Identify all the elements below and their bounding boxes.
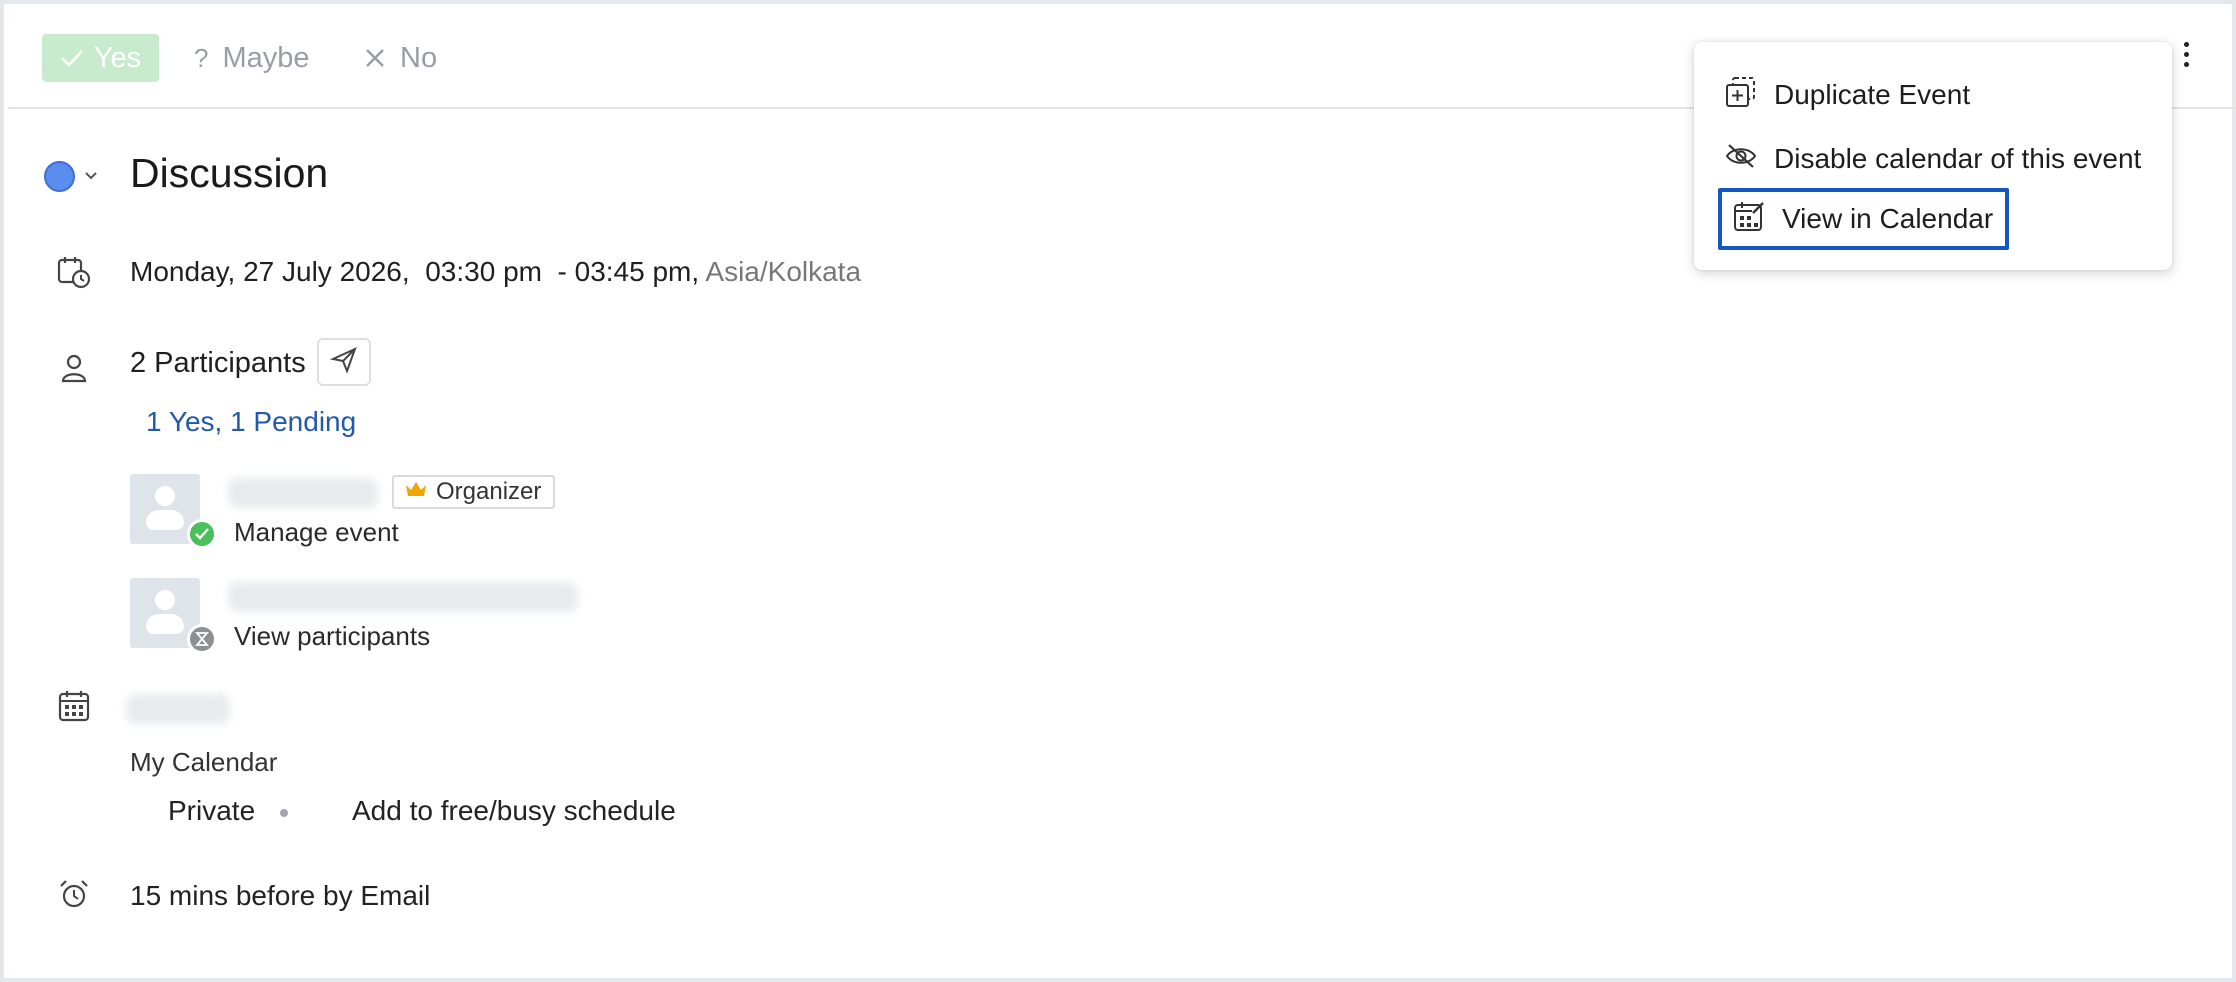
separator-dot bbox=[280, 809, 288, 817]
organizer-label: Organizer bbox=[436, 478, 542, 505]
visibility-value: Private bbox=[168, 795, 256, 826]
menu-item-disable-calendar[interactable]: Disable calendar of this event bbox=[1714, 130, 2153, 188]
event-actions-menu: Duplicate Event Disable calendar of this… bbox=[1694, 42, 2172, 270]
rsvp-no-label: No bbox=[400, 41, 438, 74]
rsvp-no-button[interactable]: No bbox=[364, 34, 437, 82]
person-icon bbox=[56, 350, 92, 386]
rsvp-yes-button[interactable]: Yes bbox=[42, 34, 159, 82]
eye-off-icon bbox=[1724, 139, 1758, 180]
send-icon bbox=[329, 346, 358, 379]
menu-item-duplicate-event[interactable]: Duplicate Event bbox=[1714, 66, 1982, 124]
menu-item-label: Disable calendar of this event bbox=[1774, 143, 2142, 174]
rsvp-maybe-button[interactable]: ? Maybe bbox=[194, 34, 310, 82]
view-participants-link[interactable]: View participants bbox=[234, 621, 430, 652]
calendar-name: My Calendar bbox=[130, 747, 278, 777]
menu-item-label: View in Calendar bbox=[1782, 203, 1994, 234]
event-datetime: Monday, 27 July 2026, 03:30 pm - 03:45 p… bbox=[130, 256, 861, 288]
event-title: Discussion bbox=[130, 150, 329, 196]
more-options-icon[interactable] bbox=[2182, 42, 2190, 70]
duplicate-icon bbox=[1724, 75, 1758, 116]
rsvp-yes-label: Yes bbox=[93, 41, 142, 74]
menu-item-label: Duplicate Event bbox=[1774, 79, 1971, 110]
send-invite-button[interactable] bbox=[317, 338, 371, 386]
chevron-down-icon[interactable] bbox=[83, 167, 99, 183]
calendar-view-icon bbox=[1732, 199, 1766, 240]
crown-icon bbox=[404, 478, 428, 506]
participant-name-blurred bbox=[228, 478, 378, 508]
organizer-badge: Organizer bbox=[392, 475, 556, 509]
check-icon bbox=[60, 48, 84, 68]
event-datetime-text: Monday, 27 July 2026, 03:30 pm - 03:45 p… bbox=[130, 256, 700, 287]
calendar-owner-blurred bbox=[126, 694, 230, 724]
event-details-panel: Yes ? Maybe No Discussion Monday, 27 Jul… bbox=[0, 0, 2236, 982]
event-color-swatch[interactable] bbox=[44, 161, 75, 192]
alarm-clock-icon bbox=[56, 877, 92, 913]
participants-count: 2 Participants bbox=[130, 347, 306, 379]
pending-badge-icon bbox=[187, 624, 217, 654]
rsvp-maybe-label: Maybe bbox=[222, 41, 310, 74]
participant-status-link[interactable]: 1 Yes, 1 Pending bbox=[146, 406, 356, 438]
close-icon bbox=[364, 47, 386, 69]
accepted-badge-icon bbox=[187, 519, 217, 549]
calendar-clock-icon bbox=[56, 254, 92, 290]
menu-item-view-in-calendar[interactable]: View in Calendar bbox=[1718, 188, 2010, 250]
question-icon: ? bbox=[194, 42, 209, 73]
event-timezone: Asia/Kolkata bbox=[705, 256, 862, 287]
calendar-icon bbox=[56, 688, 92, 724]
manage-event-link[interactable]: Manage event bbox=[234, 517, 399, 548]
freebusy-value: Add to free/busy schedule bbox=[352, 795, 676, 826]
participant-email-blurred bbox=[228, 582, 578, 612]
reminder-text: 15 mins before by Email bbox=[130, 880, 431, 911]
